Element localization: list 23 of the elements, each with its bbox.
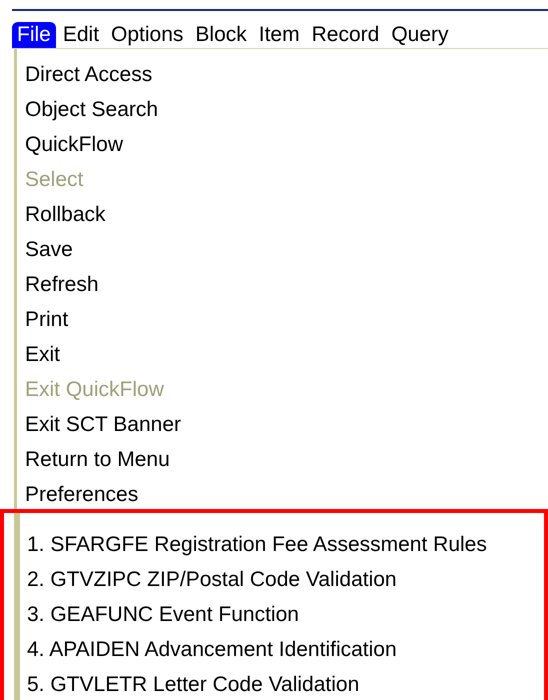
menu-item[interactable]: 3. GEAFUNC Event Function (20, 597, 544, 632)
menu-item[interactable]: Return to Menu (17, 442, 548, 477)
menu-title[interactable]: File (12, 22, 56, 48)
menu-item[interactable]: Exit SCT Banner (17, 407, 548, 442)
menu-item[interactable]: Preferences (17, 477, 548, 512)
menu-item[interactable]: Object Search (17, 92, 548, 127)
menu-item[interactable]: 1. SFARGFE Registration Fee Assessment Rules (20, 527, 544, 562)
menu-item[interactable]: 2. GTVZIPC ZIP/Postal Code Validation (20, 562, 544, 597)
menu-title[interactable]: Block (190, 22, 252, 48)
menu-item[interactable]: Print (17, 302, 548, 337)
menu-item[interactable]: Direct Access (17, 57, 548, 92)
menu-title[interactable]: Record (306, 22, 384, 48)
menu-title[interactable]: Options (106, 22, 188, 48)
menu-item[interactable]: 5. GTVLETR Letter Code Validation (20, 667, 544, 700)
menu-item[interactable]: Exit (17, 337, 548, 372)
menu-title[interactable]: Query (386, 22, 454, 48)
menu-item[interactable]: QuickFlow (17, 127, 548, 162)
menu-item[interactable]: Refresh (17, 267, 548, 302)
menu-title[interactable]: Item (254, 22, 305, 48)
menu-item[interactable]: Save (17, 232, 548, 267)
menu-item[interactable]: Rollback (17, 197, 548, 232)
menu-title[interactable]: Edit (58, 22, 104, 48)
menu-item[interactable]: 4. APAIDEN Advancement Identification (20, 632, 544, 667)
